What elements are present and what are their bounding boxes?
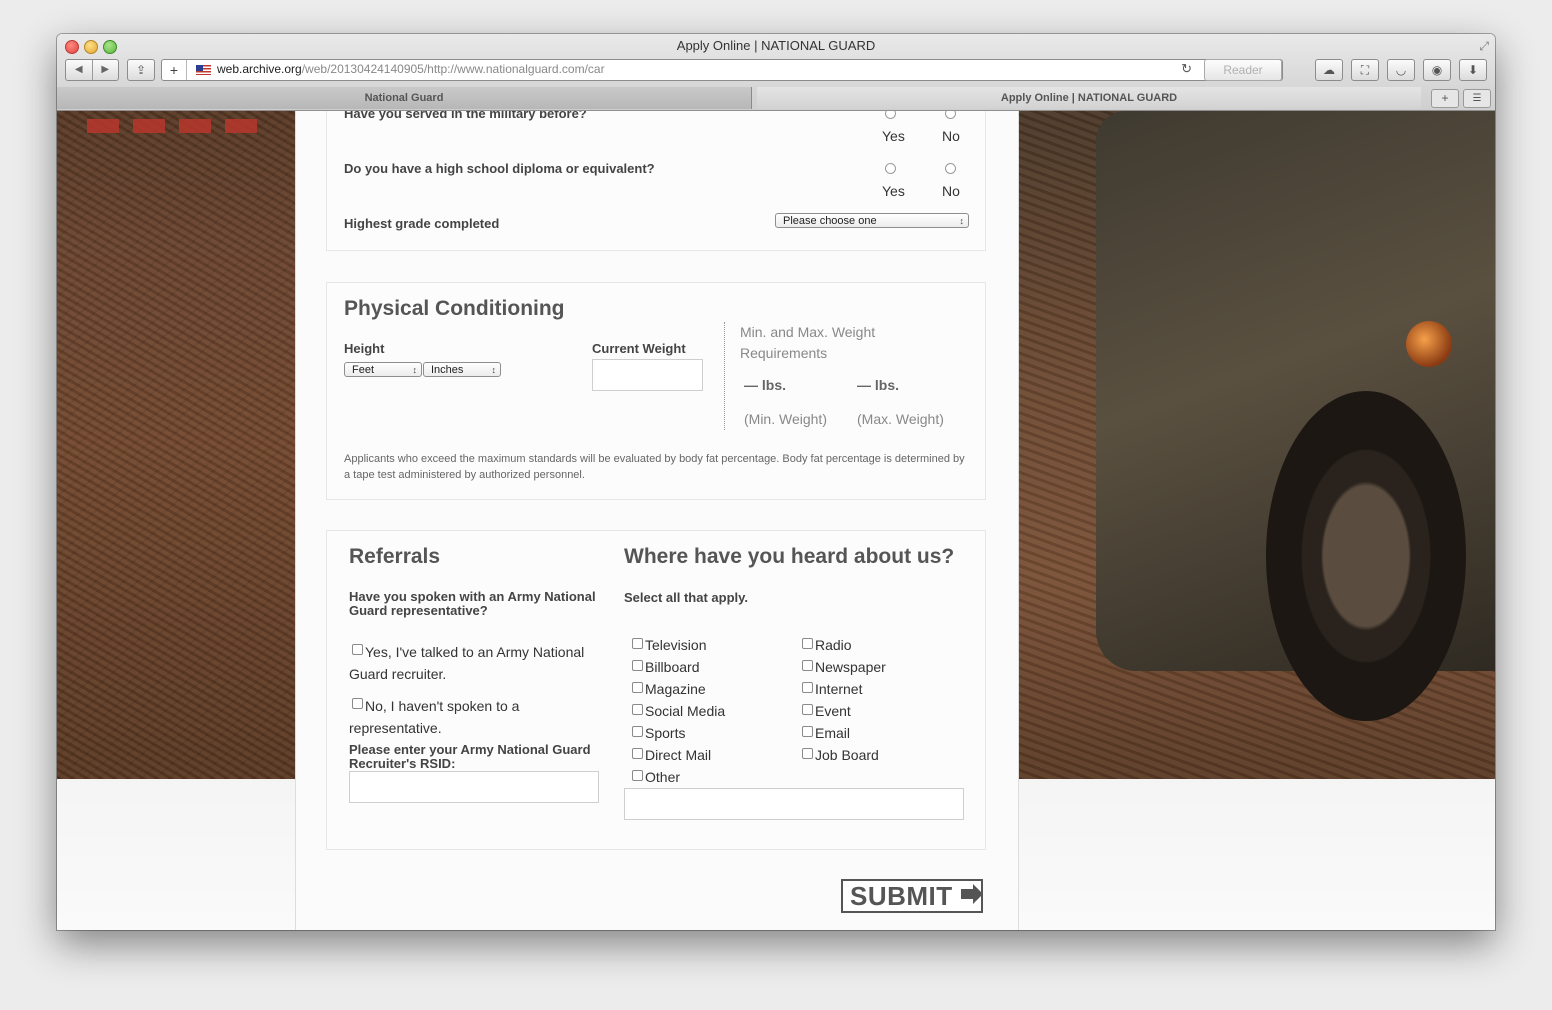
- weight-divider: [724, 322, 725, 430]
- tab-national-guard[interactable]: National Guard: [57, 87, 752, 109]
- application-form: Have you served in the military before? …: [295, 111, 1019, 930]
- share-icon[interactable]: ⇪: [127, 59, 155, 81]
- served-yes-label: Yes: [882, 128, 905, 144]
- sports-checkbox[interactable]: [632, 726, 643, 737]
- download-icon[interactable]: ⬇: [1459, 59, 1487, 81]
- spoken-yes-label: Yes, I've talked to an Army National Gua…: [349, 644, 585, 682]
- back-icon[interactable]: ◀: [66, 60, 93, 80]
- heard-instruction: Select all that apply.: [624, 590, 749, 605]
- billboard-checkbox[interactable]: [632, 660, 643, 671]
- min-weight-caption: (Min. Weight): [744, 411, 827, 427]
- address-bar[interactable]: + web.archive.org/web/20130424140905/htt…: [161, 59, 1283, 81]
- television-checkbox[interactable]: [632, 638, 643, 649]
- tire-graphic: [1266, 391, 1466, 721]
- diploma-yes-radio[interactable]: [885, 163, 896, 174]
- social-media-label: Social Media: [645, 703, 726, 719]
- internet-label: Internet: [815, 681, 863, 697]
- browser-window: Apply Online | NATIONAL GUARD ⤢ ◀ ▶ ⇪ + …: [57, 34, 1495, 930]
- page-viewport: Have you served in the military before? …: [57, 111, 1495, 930]
- diploma-question: Do you have a high school diploma or equ…: [344, 161, 655, 176]
- radio-source-checkbox[interactable]: [802, 638, 813, 649]
- window-title: Apply Online | NATIONAL GUARD: [676, 38, 876, 53]
- magazine-label: Magazine: [645, 681, 706, 697]
- job-board-label: Job Board: [815, 747, 879, 763]
- rsid-label: Please enter your Army National Guard Re…: [349, 742, 591, 771]
- referrals-title: Referrals: [349, 545, 441, 568]
- reader-button[interactable]: Reader: [1204, 59, 1282, 81]
- tab-apply-online[interactable]: Apply Online | NATIONAL GUARD: [757, 87, 1421, 109]
- other-checkbox[interactable]: [632, 770, 643, 781]
- grade-select[interactable]: Please choose one: [775, 213, 969, 229]
- job-board-checkbox[interactable]: [802, 748, 813, 759]
- screenshot-icon[interactable]: ⛶: [1351, 59, 1379, 81]
- heard-title: Where have you heard about us?: [624, 545, 955, 568]
- weight-req-title: Min. and Max. Weight Requirements: [740, 324, 876, 361]
- referrals-question: Have you spoken with an Army National Gu…: [349, 589, 596, 618]
- diploma-yes-label: Yes: [882, 183, 905, 199]
- event-label: Event: [815, 703, 851, 719]
- feet-select[interactable]: Feet: [344, 362, 422, 378]
- sports-label: Sports: [645, 725, 686, 741]
- arrow-right-icon: [961, 884, 983, 904]
- other-source-input[interactable]: [624, 788, 964, 820]
- new-tab-icon[interactable]: +: [1431, 89, 1459, 108]
- tab-bar: National Guard Apply Online | NATIONAL G…: [57, 87, 1495, 109]
- weight-input[interactable]: [592, 359, 703, 391]
- fullscreen-icon[interactable]: ⤢: [1479, 39, 1489, 54]
- magazine-checkbox[interactable]: [632, 682, 643, 693]
- ghostery-icon[interactable]: ◉: [1423, 59, 1451, 81]
- add-bookmark-icon[interactable]: +: [162, 60, 187, 80]
- inches-select[interactable]: Inches: [423, 362, 501, 378]
- pocket-icon[interactable]: ◡: [1387, 59, 1415, 81]
- height-label: Height: [344, 341, 385, 356]
- max-weight-value: — lbs.: [857, 377, 900, 393]
- served-question: Have you served in the military before?: [344, 111, 587, 121]
- diploma-no-label: No: [942, 183, 960, 199]
- event-checkbox[interactable]: [802, 704, 813, 715]
- submit-label: SUBMIT: [850, 881, 953, 911]
- cloud-icon[interactable]: ☁: [1315, 59, 1343, 81]
- physical-title: Physical Conditioning: [344, 297, 565, 320]
- rsid-input[interactable]: [349, 771, 599, 803]
- diploma-no-radio[interactable]: [945, 163, 956, 174]
- history-nav: ◀ ▶: [65, 59, 119, 81]
- body-fat-note: Applicants who exceed the maximum standa…: [344, 453, 965, 481]
- max-weight-caption: (Max. Weight): [857, 411, 944, 427]
- billboard-label: Billboard: [645, 659, 700, 675]
- spoken-no-label: No, I haven't spoken to a representative…: [349, 698, 520, 736]
- url-host: web.archive.org: [217, 62, 302, 76]
- direct-mail-label: Direct Mail: [645, 747, 712, 763]
- min-weight-value: — lbs.: [744, 377, 787, 393]
- reload-icon[interactable]: ↻: [1181, 61, 1192, 77]
- internet-checkbox[interactable]: [802, 682, 813, 693]
- email-label: Email: [815, 725, 851, 741]
- newspaper-checkbox[interactable]: [802, 660, 813, 671]
- television-label: Television: [645, 637, 707, 653]
- browser-toolbar: Apply Online | NATIONAL GUARD ⤢ ◀ ▶ ⇪ + …: [57, 34, 1495, 111]
- background-photo-humvee: [1016, 111, 1495, 779]
- social-media-checkbox[interactable]: [632, 704, 643, 715]
- forward-icon[interactable]: ▶: [93, 60, 119, 80]
- other-label: Other: [645, 769, 681, 785]
- served-no-label: No: [942, 128, 960, 144]
- email-checkbox[interactable]: [802, 726, 813, 737]
- weight-label: Current Weight: [592, 341, 686, 356]
- background-photo-left: [57, 111, 296, 779]
- newspaper-label: Newspaper: [815, 659, 886, 675]
- barriers-graphic: [87, 119, 267, 133]
- grade-label: Highest grade completed: [344, 216, 500, 231]
- headlight-graphic: [1406, 321, 1452, 367]
- url-path: /web/20130424140905/http://www.nationalg…: [301, 62, 605, 76]
- radio-source-label: Radio: [815, 637, 852, 653]
- submit-button[interactable]: SUBMIT: [841, 879, 983, 913]
- flag-favicon-icon: [196, 65, 211, 75]
- tab-overview-icon[interactable]: ☰: [1463, 89, 1491, 108]
- direct-mail-checkbox[interactable]: [632, 748, 643, 759]
- url-text[interactable]: web.archive.org/web/20130424140905/http:…: [217, 62, 605, 76]
